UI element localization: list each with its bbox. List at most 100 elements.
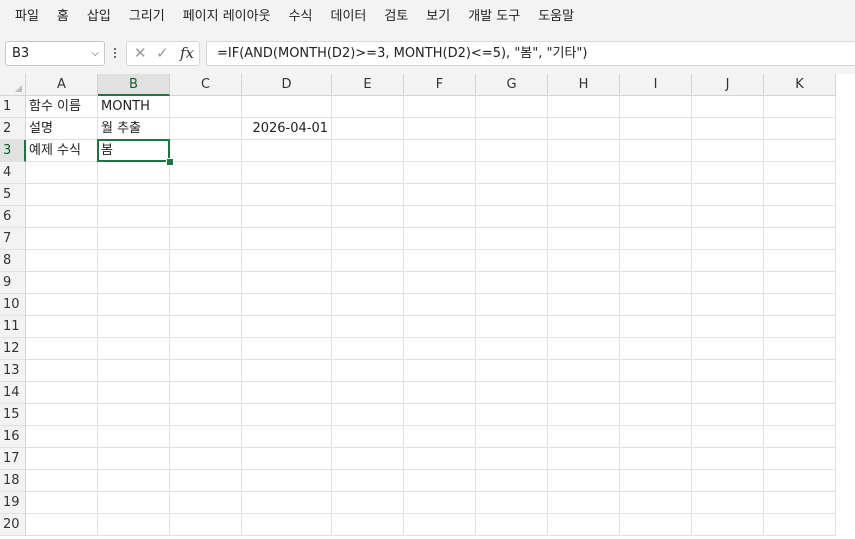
cell-a12[interactable] — [26, 338, 98, 360]
cell-f15[interactable] — [404, 404, 476, 426]
cell-f14[interactable] — [404, 382, 476, 404]
cell-d2[interactable]: 2026-04-01 — [242, 118, 332, 140]
cell-i7[interactable] — [620, 228, 692, 250]
cell-j19[interactable] — [692, 492, 764, 514]
chevron-down-icon[interactable]: ⌵ — [91, 42, 99, 65]
cell-b6[interactable] — [98, 206, 170, 228]
cell-e20[interactable] — [332, 514, 404, 536]
cell-f7[interactable] — [404, 228, 476, 250]
cell-f19[interactable] — [404, 492, 476, 514]
cell-f2[interactable] — [404, 118, 476, 140]
cell-j8[interactable] — [692, 250, 764, 272]
cell-d13[interactable] — [242, 360, 332, 382]
cell-i2[interactable] — [620, 118, 692, 140]
cell-i11[interactable] — [620, 316, 692, 338]
cell-c19[interactable] — [170, 492, 242, 514]
cell-f9[interactable] — [404, 272, 476, 294]
cell-i20[interactable] — [620, 514, 692, 536]
cell-a3[interactable]: 예제 수식 — [26, 140, 98, 162]
cell-h12[interactable] — [548, 338, 620, 360]
cell-e2[interactable] — [332, 118, 404, 140]
column-header-f[interactable]: F — [404, 74, 476, 96]
cell-h8[interactable] — [548, 250, 620, 272]
cell-d14[interactable] — [242, 382, 332, 404]
cell-g11[interactable] — [476, 316, 548, 338]
cell-c2[interactable] — [170, 118, 242, 140]
cell-k10[interactable] — [764, 294, 836, 316]
cell-e17[interactable] — [332, 448, 404, 470]
cell-g16[interactable] — [476, 426, 548, 448]
row-header-18[interactable]: 18 — [0, 470, 26, 492]
column-header-e[interactable]: E — [332, 74, 404, 96]
more-options-icon[interactable] — [112, 44, 118, 62]
cell-e7[interactable] — [332, 228, 404, 250]
cell-g6[interactable] — [476, 206, 548, 228]
cell-f13[interactable] — [404, 360, 476, 382]
cell-d17[interactable] — [242, 448, 332, 470]
cell-a5[interactable] — [26, 184, 98, 206]
menu-item-9[interactable]: 개발 도구 — [459, 0, 529, 34]
column-header-k[interactable]: K — [764, 74, 836, 96]
cell-b1[interactable]: MONTH — [98, 96, 170, 118]
cell-j10[interactable] — [692, 294, 764, 316]
cell-a20[interactable] — [26, 514, 98, 536]
column-header-a[interactable]: A — [26, 74, 98, 96]
cell-b17[interactable] — [98, 448, 170, 470]
insert-function-icon[interactable]: fx — [180, 45, 194, 62]
cell-b12[interactable] — [98, 338, 170, 360]
cell-b3[interactable]: 봄 — [97, 139, 170, 162]
cell-h4[interactable] — [548, 162, 620, 184]
cell-d16[interactable] — [242, 426, 332, 448]
row-header-1[interactable]: 1 — [0, 96, 26, 118]
cell-d15[interactable] — [242, 404, 332, 426]
cell-j9[interactable] — [692, 272, 764, 294]
menu-item-0[interactable]: 파일 — [6, 0, 48, 34]
cell-f4[interactable] — [404, 162, 476, 184]
column-header-j[interactable]: J — [692, 74, 764, 96]
cell-j7[interactable] — [692, 228, 764, 250]
cell-h1[interactable] — [548, 96, 620, 118]
select-all-corner[interactable] — [0, 74, 26, 96]
cell-j18[interactable] — [692, 470, 764, 492]
cell-k3[interactable] — [764, 140, 836, 162]
cell-i19[interactable] — [620, 492, 692, 514]
cell-g2[interactable] — [476, 118, 548, 140]
cell-e15[interactable] — [332, 404, 404, 426]
cell-h14[interactable] — [548, 382, 620, 404]
cell-d20[interactable] — [242, 514, 332, 536]
cell-c6[interactable] — [170, 206, 242, 228]
cell-a7[interactable] — [26, 228, 98, 250]
cell-b4[interactable] — [98, 162, 170, 184]
cell-d10[interactable] — [242, 294, 332, 316]
cell-e1[interactable] — [332, 96, 404, 118]
cell-f16[interactable] — [404, 426, 476, 448]
cell-j6[interactable] — [692, 206, 764, 228]
cell-j14[interactable] — [692, 382, 764, 404]
cell-d5[interactable] — [242, 184, 332, 206]
row-header-9[interactable]: 9 — [0, 272, 26, 294]
cell-h18[interactable] — [548, 470, 620, 492]
cell-h13[interactable] — [548, 360, 620, 382]
cell-f3[interactable] — [404, 140, 476, 162]
cell-j3[interactable] — [692, 140, 764, 162]
cell-b14[interactable] — [98, 382, 170, 404]
cell-c20[interactable] — [170, 514, 242, 536]
cell-d19[interactable] — [242, 492, 332, 514]
formula-input[interactable]: =IF(AND(MONTH(D2)>=3, MONTH(D2)<=5), "봄"… — [206, 41, 855, 66]
cell-c13[interactable] — [170, 360, 242, 382]
cell-i9[interactable] — [620, 272, 692, 294]
cell-k11[interactable] — [764, 316, 836, 338]
row-header-7[interactable]: 7 — [0, 228, 26, 250]
cell-c8[interactable] — [170, 250, 242, 272]
cell-c3[interactable] — [170, 140, 242, 162]
row-header-3[interactable]: 3 — [0, 140, 26, 162]
cell-b19[interactable] — [98, 492, 170, 514]
cell-j17[interactable] — [692, 448, 764, 470]
column-header-i[interactable]: I — [620, 74, 692, 96]
cell-k5[interactable] — [764, 184, 836, 206]
cell-j11[interactable] — [692, 316, 764, 338]
cell-e9[interactable] — [332, 272, 404, 294]
cell-k16[interactable] — [764, 426, 836, 448]
column-header-d[interactable]: D — [242, 74, 332, 96]
cell-j5[interactable] — [692, 184, 764, 206]
